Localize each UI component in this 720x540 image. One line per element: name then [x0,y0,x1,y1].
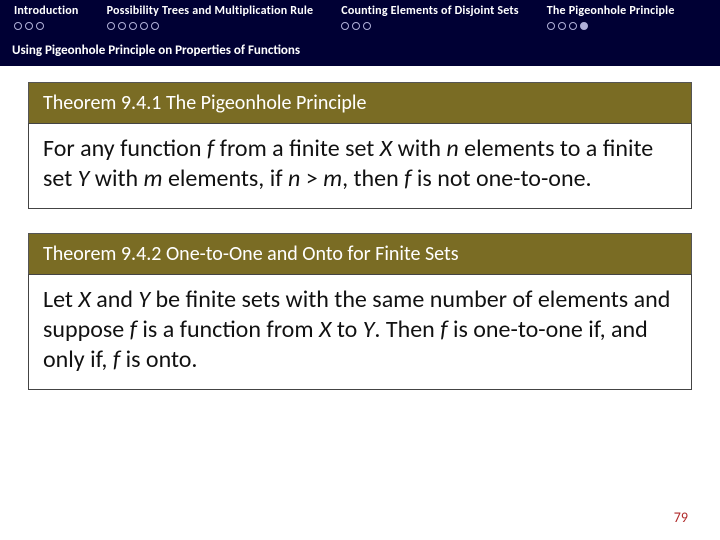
progress-dot-icon [569,22,577,30]
progress-dot-icon [107,22,115,30]
progress-dot-icon [140,22,148,30]
progress-dot-icon [151,22,159,30]
progress-dot-icon [25,22,33,30]
progress-dot-icon [118,22,126,30]
theorem-body: For any function f from a finite set X w… [28,123,692,209]
nav-progress-dots [341,22,371,30]
nav-progress-dots [14,22,44,30]
nav-item-label: Introduction [14,4,79,18]
content-area: Theorem 9.4.1 The Pigeonhole PrincipleFo… [0,66,720,390]
progress-dot-icon [580,22,588,30]
nav-item-2[interactable]: Counting Elements of Disjoint Sets [327,4,532,30]
nav-item-label: The Pigeonhole Principle [547,4,675,18]
theorem-title-bar: Theorem 9.4.1 The Pigeonhole Principle [28,82,692,123]
theorem-title-bar: Theorem 9.4.2 One-to-One and Onto for Fi… [28,233,692,274]
nav-row: Introduction Possibility Trees and Multip… [0,4,720,30]
progress-dot-icon [36,22,44,30]
progress-dot-icon [14,22,22,30]
nav-progress-dots [107,22,159,30]
spacer [28,209,692,231]
progress-dot-icon [363,22,371,30]
progress-dot-icon [352,22,360,30]
nav-item-1[interactable]: Possibility Trees and Multiplication Rul… [93,4,328,30]
nav-item-0[interactable]: Introduction [0,4,93,30]
page-number: 79 [674,509,688,526]
progress-dot-icon [558,22,566,30]
section-nav: Introduction Possibility Trees and Multip… [0,0,720,36]
nav-item-3[interactable]: The Pigeonhole Principle [533,4,689,30]
theorem-body: Let X and Y be finite sets with the same… [28,274,692,390]
progress-dot-icon [129,22,137,30]
nav-item-label: Counting Elements of Disjoint Sets [341,4,518,18]
slide: Introduction Possibility Trees and Multip… [0,0,720,540]
progress-dot-icon [341,22,349,30]
nav-progress-dots [547,22,588,30]
subsection-heading: Using Pigeonhole Principle on Properties… [0,36,720,66]
nav-item-label: Possibility Trees and Multiplication Rul… [107,4,314,18]
progress-dot-icon [547,22,555,30]
